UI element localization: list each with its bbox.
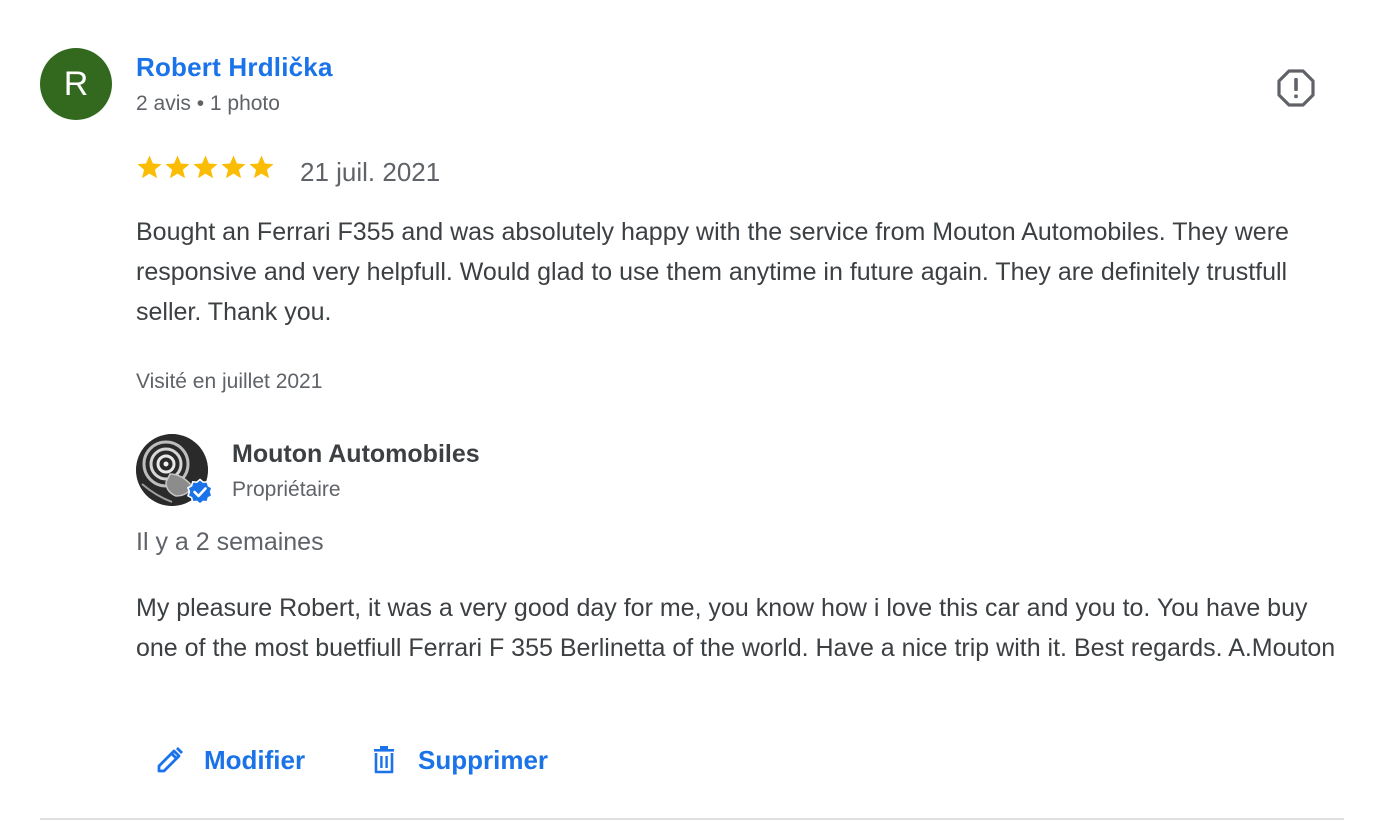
star-icon — [136, 154, 163, 181]
review-date: 21 juil. 2021 — [300, 157, 441, 187]
visited-date: Visité en juillet 2021 — [136, 370, 323, 393]
reviewer-name-link[interactable]: Robert Hrdlička — [136, 52, 333, 83]
trash-icon — [374, 746, 394, 774]
edit-label: Modifier — [204, 744, 306, 775]
report-button[interactable] — [1276, 68, 1316, 108]
pencil-icon — [157, 747, 183, 773]
star-icon — [164, 154, 191, 181]
edit-button[interactable]: Modifier — [154, 740, 305, 780]
delete-button[interactable]: Supprimer — [368, 740, 548, 780]
reply-time: Il y a 2 semaines — [136, 528, 324, 556]
owner-name: Mouton Automobiles — [232, 440, 480, 468]
owner-role: Propriétaire — [232, 478, 341, 501]
reviewer-meta: 2 avis • 1 photo — [136, 92, 280, 115]
star-rating — [136, 154, 275, 181]
verified-badge-icon — [186, 478, 214, 506]
star-icon — [192, 154, 219, 181]
divider — [40, 818, 1344, 820]
reply-text: My pleasure Robert, it was a very good d… — [136, 594, 1336, 662]
delete-label: Supprimer — [418, 744, 549, 775]
report-icon — [1277, 69, 1315, 107]
star-icon — [220, 154, 247, 181]
star-icon — [248, 154, 275, 181]
review-text: Bought an Ferrari F355 and was absolutel… — [136, 218, 1289, 326]
reviewer-avatar[interactable]: R — [40, 48, 112, 120]
